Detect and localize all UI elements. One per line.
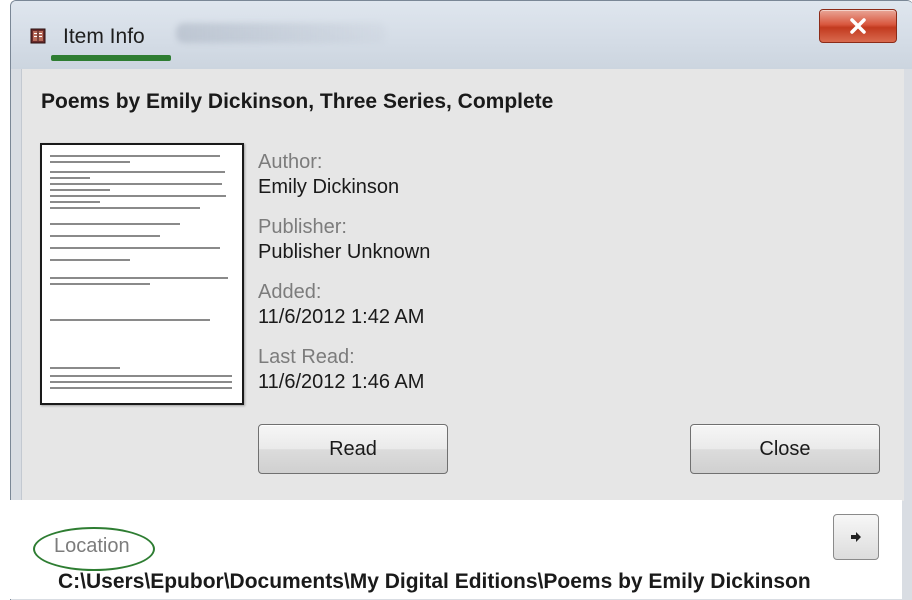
title-blur bbox=[176, 23, 386, 43]
publisher-label: Publisher: bbox=[258, 216, 347, 238]
last-read-label: Last Read: bbox=[258, 346, 355, 368]
publisher-value: Publisher Unknown bbox=[258, 241, 431, 263]
author-label: Author: bbox=[258, 151, 323, 173]
location-highlight-circle bbox=[33, 527, 155, 571]
title-highlight-underline bbox=[51, 55, 171, 61]
location-path: C:\Users\Epubor\Documents\My Digital Edi… bbox=[58, 570, 811, 593]
author-value: Emily Dickinson bbox=[258, 176, 400, 198]
title-bar: Item Info bbox=[11, 1, 912, 69]
book-app-icon bbox=[30, 28, 46, 44]
added-value: 11/6/2012 1:42 AM bbox=[258, 306, 425, 328]
added-label: Added: bbox=[258, 281, 322, 303]
book-title: Poems by Emily Dickinson, Three Series, … bbox=[41, 90, 554, 113]
book-cover-thumbnail bbox=[40, 143, 244, 405]
arrow-right-icon bbox=[851, 532, 861, 542]
window-close-button[interactable] bbox=[819, 9, 897, 43]
window-title: Item Info bbox=[63, 25, 145, 48]
open-location-button[interactable] bbox=[833, 514, 879, 560]
close-button[interactable]: Close bbox=[690, 424, 880, 474]
read-button[interactable]: Read bbox=[258, 424, 448, 474]
last-read-value: 11/6/2012 1:46 AM bbox=[258, 371, 425, 393]
close-x-icon bbox=[850, 18, 866, 34]
